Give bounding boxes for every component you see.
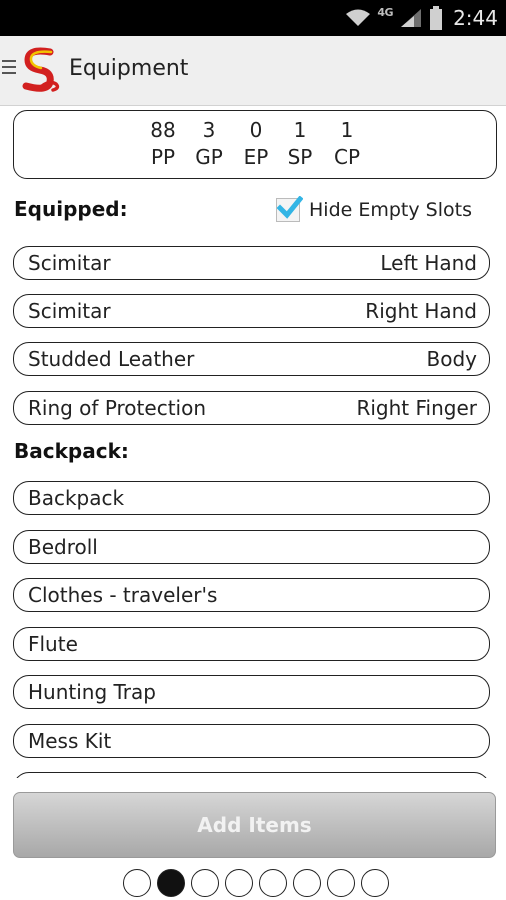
backpack-item[interactable]: Clothes - traveler's [13, 578, 490, 612]
item-name: Ring of Protection [28, 396, 206, 420]
page-dot[interactable] [293, 869, 321, 897]
item-name: Flute [28, 632, 78, 656]
equipped-item[interactable]: Ring of Protection Right Finger [13, 391, 490, 425]
backpack-item[interactable]: Mess Kit [13, 724, 490, 758]
item-name: Studded Leather [28, 347, 195, 371]
hide-empty-checkbox[interactable] [276, 196, 303, 222]
equipped-item[interactable]: Scimitar Left Hand [13, 246, 490, 280]
item-name: Scimitar [28, 251, 111, 275]
item-slot: Body [426, 347, 478, 371]
page-dot[interactable] [191, 869, 219, 897]
page-dot-active[interactable] [157, 869, 185, 897]
item-name: Hunting Trap [28, 680, 156, 704]
item-name: Scimitar [28, 299, 111, 323]
add-items-button[interactable]: Add Items [13, 792, 496, 858]
item-name: Mess Kit [28, 729, 112, 753]
backpack-item[interactable]: Hunting Trap [13, 675, 490, 709]
item-slot: Right Finger [356, 396, 477, 420]
hide-empty-label: Hide Empty Slots [309, 199, 472, 221]
item-slot: Right Hand [365, 299, 477, 323]
item-name: Backpack [28, 486, 125, 510]
page-dot[interactable] [123, 869, 151, 897]
backpack-item[interactable]: Bedroll [13, 530, 490, 564]
equipment-scroll-area[interactable]: Equipped: Hide Empty Slots Scimitar Left… [0, 0, 506, 778]
page-dot[interactable] [259, 869, 287, 897]
checkmark-icon [277, 196, 303, 219]
hide-empty-toggle[interactable]: Hide Empty Slots [276, 195, 472, 225]
backpack-item[interactable]: Backpack [13, 481, 490, 515]
page-dot[interactable] [225, 869, 253, 897]
item-name: Clothes - traveler's [28, 583, 218, 607]
item-name: Bedroll [28, 535, 98, 559]
backpack-item[interactable]: Flute [13, 627, 490, 661]
backpack-heading: Backpack: [14, 439, 129, 463]
equipped-item[interactable]: Studded Leather Body [13, 342, 490, 376]
backpack-item-partial[interactable] [13, 772, 490, 778]
equipped-heading: Equipped: [14, 197, 128, 221]
item-slot: Left Hand [380, 251, 477, 275]
page-indicator [123, 869, 389, 897]
page-dot[interactable] [361, 869, 389, 897]
equipped-item[interactable]: Scimitar Right Hand [13, 294, 490, 328]
page-dot[interactable] [327, 869, 355, 897]
